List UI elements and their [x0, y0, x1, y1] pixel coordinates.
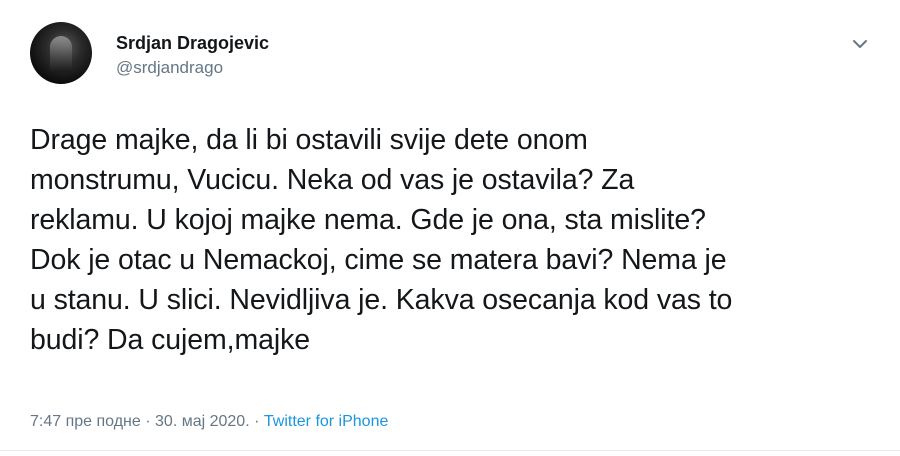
tweet-date[interactable]: 30. мај 2020. [155, 413, 250, 430]
avatar[interactable] [30, 22, 92, 84]
tweet-text: Drage majke, da li bi ostavili svije det… [30, 124, 733, 356]
avatar-figure [50, 36, 72, 72]
chevron-down-icon[interactable] [848, 32, 872, 56]
tweet-card: Srdjan Dragojevic @srdjandrago Drage maj… [0, 0, 900, 456]
divider [0, 450, 900, 451]
source-separator: · [254, 413, 260, 430]
author-handle[interactable]: @srdjandrago [116, 57, 223, 79]
meta-separator: · [145, 413, 151, 430]
author-name[interactable]: Srdjan Dragojevic [116, 32, 269, 54]
tweet-meta: 7:47 пре подне · 30. мај 2020. · Twitter… [30, 411, 388, 433]
tweet-time[interactable]: 7:47 пре подне [30, 413, 141, 430]
tweet-source-link[interactable]: Twitter for iPhone [264, 413, 389, 430]
